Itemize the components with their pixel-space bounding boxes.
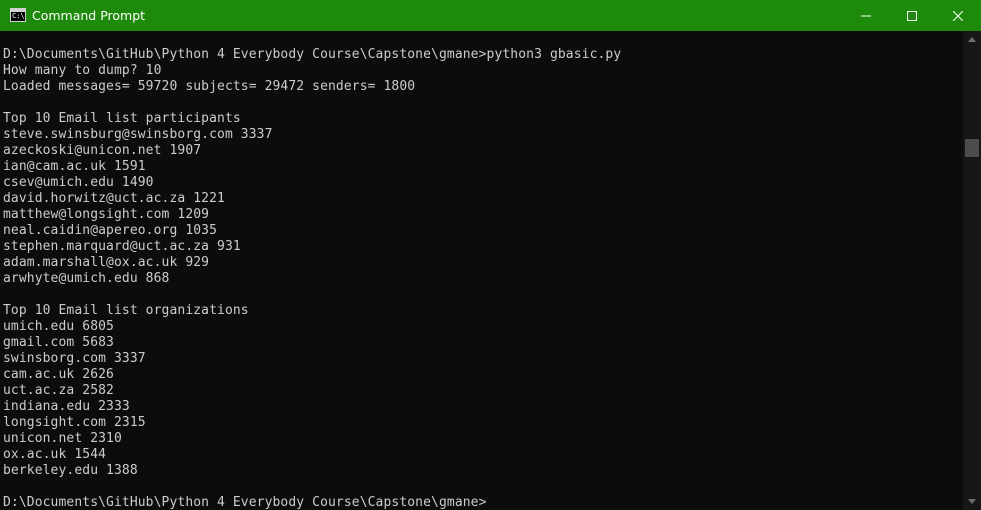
maximize-button[interactable] xyxy=(889,0,935,31)
console-line: matthew@longsight.com 1209 xyxy=(3,207,210,222)
console-output[interactable]: D:\Documents\GitHub\Python 4 Everybody C… xyxy=(0,31,963,510)
console-line: steve.swinsburg@swinsborg.com 3337 xyxy=(3,127,273,142)
console-line: neal.caidin@apereo.org 1035 xyxy=(3,223,218,238)
console-line: ian@cam.ac.uk 1591 xyxy=(3,159,146,174)
minimize-button[interactable] xyxy=(843,0,889,31)
console-line: swinsborg.com 3337 xyxy=(3,351,146,366)
title-bar[interactable]: C:\ Command Prompt xyxy=(0,0,981,31)
console-line: ox.ac.uk 1544 xyxy=(3,447,107,462)
close-button[interactable] xyxy=(935,0,981,31)
console-line: D:\Documents\GitHub\Python 4 Everybody C… xyxy=(3,495,487,510)
cmd-icon[interactable]: C:\ xyxy=(10,8,26,22)
console-line: csev@umich.edu 1490 xyxy=(3,175,154,190)
window-title: Command Prompt xyxy=(32,8,146,23)
scroll-thumb[interactable] xyxy=(965,139,979,157)
console-line: berkeley.edu 1388 xyxy=(3,463,138,478)
console-line: stephen.marquard@uct.ac.za 931 xyxy=(3,239,241,254)
console-line: How many to dump? 10 xyxy=(3,63,162,78)
maximize-icon xyxy=(907,10,917,21)
scroll-down-button[interactable] xyxy=(963,493,981,510)
console-line: david.horwitz@uct.ac.za 1221 xyxy=(3,191,225,206)
console-line: umich.edu 6805 xyxy=(3,319,114,334)
close-icon xyxy=(953,10,963,21)
minimize-icon xyxy=(861,15,871,16)
console-line: D:\Documents\GitHub\Python 4 Everybody C… xyxy=(3,47,622,62)
console-line: Loaded messages= 59720 subjects= 29472 s… xyxy=(3,79,416,94)
console-lines: D:\Documents\GitHub\Python 4 Everybody C… xyxy=(3,47,621,510)
console-line: Top 10 Email list participants xyxy=(3,111,241,126)
console-line: adam.marshall@ox.ac.uk 929 xyxy=(3,255,210,270)
scroll-up-button[interactable] xyxy=(963,31,981,48)
console-line: longsight.com 2315 xyxy=(3,415,146,430)
console-line: uct.ac.za 2582 xyxy=(3,383,114,398)
console-line: azeckoski@unicon.net 1907 xyxy=(3,143,202,158)
scroll-down-arrow-icon xyxy=(968,499,976,504)
console-line: arwhyte@umich.edu 868 xyxy=(3,271,170,286)
console-line: gmail.com 5683 xyxy=(3,335,114,350)
vertical-scrollbar[interactable] xyxy=(963,31,981,510)
console-line: cam.ac.uk 2626 xyxy=(3,367,114,382)
command-prompt-window: C:\ Command Prompt D:\Documents\GitHub\P… xyxy=(0,0,981,510)
console-line: Top 10 Email list organizations xyxy=(3,303,249,318)
console-line: indiana.edu 2333 xyxy=(3,399,130,414)
cmd-icon-glyph: C:\ xyxy=(12,12,25,20)
scroll-up-arrow-icon xyxy=(968,37,976,42)
console-line: unicon.net 2310 xyxy=(3,431,122,446)
